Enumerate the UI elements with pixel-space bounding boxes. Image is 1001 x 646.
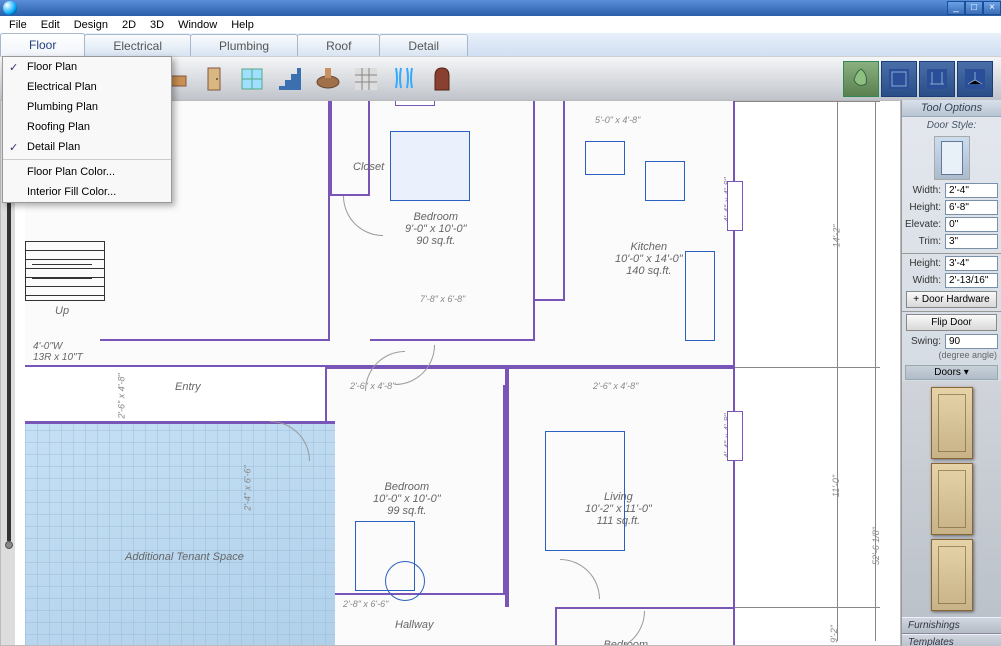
- door-thumbnail-1[interactable]: [931, 387, 973, 459]
- door-style-label: Door Style:: [902, 117, 1001, 132]
- ruler-handle[interactable]: [5, 541, 13, 549]
- app-icon: [3, 1, 17, 15]
- height-input[interactable]: 6'-8": [945, 200, 998, 215]
- bedroom1-label: Bedroom9'-0" x 10'-0"90 sq.ft.: [405, 211, 467, 247]
- menu-item-label: Detail Plan: [27, 141, 80, 153]
- door-style-preview[interactable]: [934, 136, 970, 180]
- menu-item-plumbing-plan[interactable]: Plumbing Plan: [3, 97, 171, 117]
- closet-label: Closet: [353, 161, 384, 173]
- eco-icon[interactable]: [843, 61, 879, 97]
- dim-52-6: 52'-6 1/8": [871, 527, 881, 565]
- dim-11-0: 11'-0": [831, 475, 841, 497]
- maximize-button[interactable]: □: [965, 1, 983, 15]
- tab-roof[interactable]: Roof: [297, 34, 380, 56]
- doors-palette-dropdown[interactable]: Doors ▾: [905, 365, 998, 380]
- swing-unit: (degree angle): [902, 350, 1001, 363]
- panel-tab-furnishings[interactable]: Furnishings: [902, 617, 1001, 634]
- menu-item-floor-plan[interactable]: ✓Floor Plan: [3, 57, 171, 77]
- elevate-input[interactable]: 0": [945, 217, 998, 232]
- blueprint-elevation-icon[interactable]: [919, 61, 955, 97]
- menu-item-label: Roofing Plan: [27, 121, 90, 133]
- menu-3d[interactable]: 3D: [143, 18, 171, 32]
- menu-window[interactable]: Window: [171, 18, 224, 32]
- flip-door-button[interactable]: Flip Door: [906, 314, 997, 331]
- menu-item-detail-plan[interactable]: ✓Detail Plan: [3, 137, 171, 157]
- menu-bar: File Edit Design 2D 3D Window Help: [0, 16, 1001, 33]
- dim-9-2: 9'-2": [829, 625, 839, 643]
- bedroom2-label: Bedroom10'-0" x 10'-0"99 sq.ft.: [373, 481, 441, 517]
- curtain-icon[interactable]: [386, 61, 422, 97]
- tab-floor[interactable]: Floor: [0, 33, 85, 56]
- entry-label: Entry: [175, 381, 201, 393]
- hallway-label: Hallway: [395, 619, 434, 631]
- menu-2d[interactable]: 2D: [115, 18, 143, 32]
- grid-icon[interactable]: [348, 61, 384, 97]
- minimize-button[interactable]: _: [947, 1, 965, 15]
- menu-item-label: Interior Fill Color...: [27, 186, 116, 198]
- design-tab-bar: Floor Electrical Plumbing Roof Detail: [0, 33, 1001, 56]
- tab-plumbing[interactable]: Plumbing: [190, 34, 298, 56]
- staircase-icon[interactable]: [272, 61, 308, 97]
- stairs-dim: 4'-0"W 13R x 10"T: [33, 341, 83, 363]
- door-hardware-button[interactable]: + Door Hardware: [906, 291, 997, 308]
- floor-plan-dropdown: ✓Floor Plan Electrical Plan Plumbing Pla…: [2, 56, 172, 203]
- door-thumbnail-3[interactable]: [931, 539, 973, 611]
- width2-input[interactable]: 2'-13/16": [945, 273, 998, 288]
- menu-file[interactable]: File: [2, 18, 34, 32]
- menu-item-label: Plumbing Plan: [27, 101, 98, 113]
- width-input[interactable]: 2'-4": [945, 183, 998, 198]
- tenant-label: Additional Tenant Space: [125, 551, 244, 563]
- menu-item-label: Floor Plan: [27, 61, 77, 73]
- stairs-icon: [25, 241, 105, 301]
- menu-edit[interactable]: Edit: [34, 18, 67, 32]
- menu-item-electrical-plan[interactable]: Electrical Plan: [3, 77, 171, 97]
- menu-item-roofing-plan[interactable]: Roofing Plan: [3, 117, 171, 137]
- fixture-icon[interactable]: [310, 61, 346, 97]
- trim-input[interactable]: 3": [945, 234, 998, 249]
- stairs-label: Up: [55, 305, 69, 317]
- dim-14-2: 14'-2": [831, 225, 841, 248]
- dim-5-4-top: 5'-0" x 4'-8": [595, 115, 640, 125]
- window-icon[interactable]: [234, 61, 270, 97]
- door-icon[interactable]: [196, 61, 232, 97]
- door-thumbnail-2[interactable]: [931, 463, 973, 535]
- tab-electrical[interactable]: Electrical: [84, 34, 191, 56]
- menu-help[interactable]: Help: [224, 18, 261, 32]
- tab-detail[interactable]: Detail: [379, 34, 468, 56]
- menu-item-label: Electrical Plan: [27, 81, 97, 93]
- tool-options-title: Tool Options: [902, 100, 1001, 117]
- blueprint-3d-icon[interactable]: [957, 61, 993, 97]
- height2-input[interactable]: 3'-4": [945, 256, 998, 271]
- menu-item-interior-fill[interactable]: Interior Fill Color...: [3, 182, 171, 202]
- title-bar: _ □ ×: [0, 0, 1001, 16]
- menu-item-label: Floor Plan Color...: [27, 166, 115, 178]
- menu-item-floor-color[interactable]: Floor Plan Color...: [3, 162, 171, 182]
- arch-door-icon[interactable]: [424, 61, 460, 97]
- panel-tab-templates[interactable]: Templates: [902, 634, 1001, 646]
- menu-design[interactable]: Design: [67, 18, 115, 32]
- tool-options-panel: Tool Options Door Style: Width:2'-4" Hei…: [901, 100, 1001, 646]
- kitchen-label: Kitchen10'-0" x 14'-0"140 sq.ft.: [615, 241, 683, 277]
- swing-input[interactable]: 90: [945, 334, 998, 349]
- blueprint-view-icon[interactable]: [881, 61, 917, 97]
- window-buttons: _ □ ×: [947, 1, 1001, 15]
- close-button[interactable]: ×: [983, 1, 1001, 15]
